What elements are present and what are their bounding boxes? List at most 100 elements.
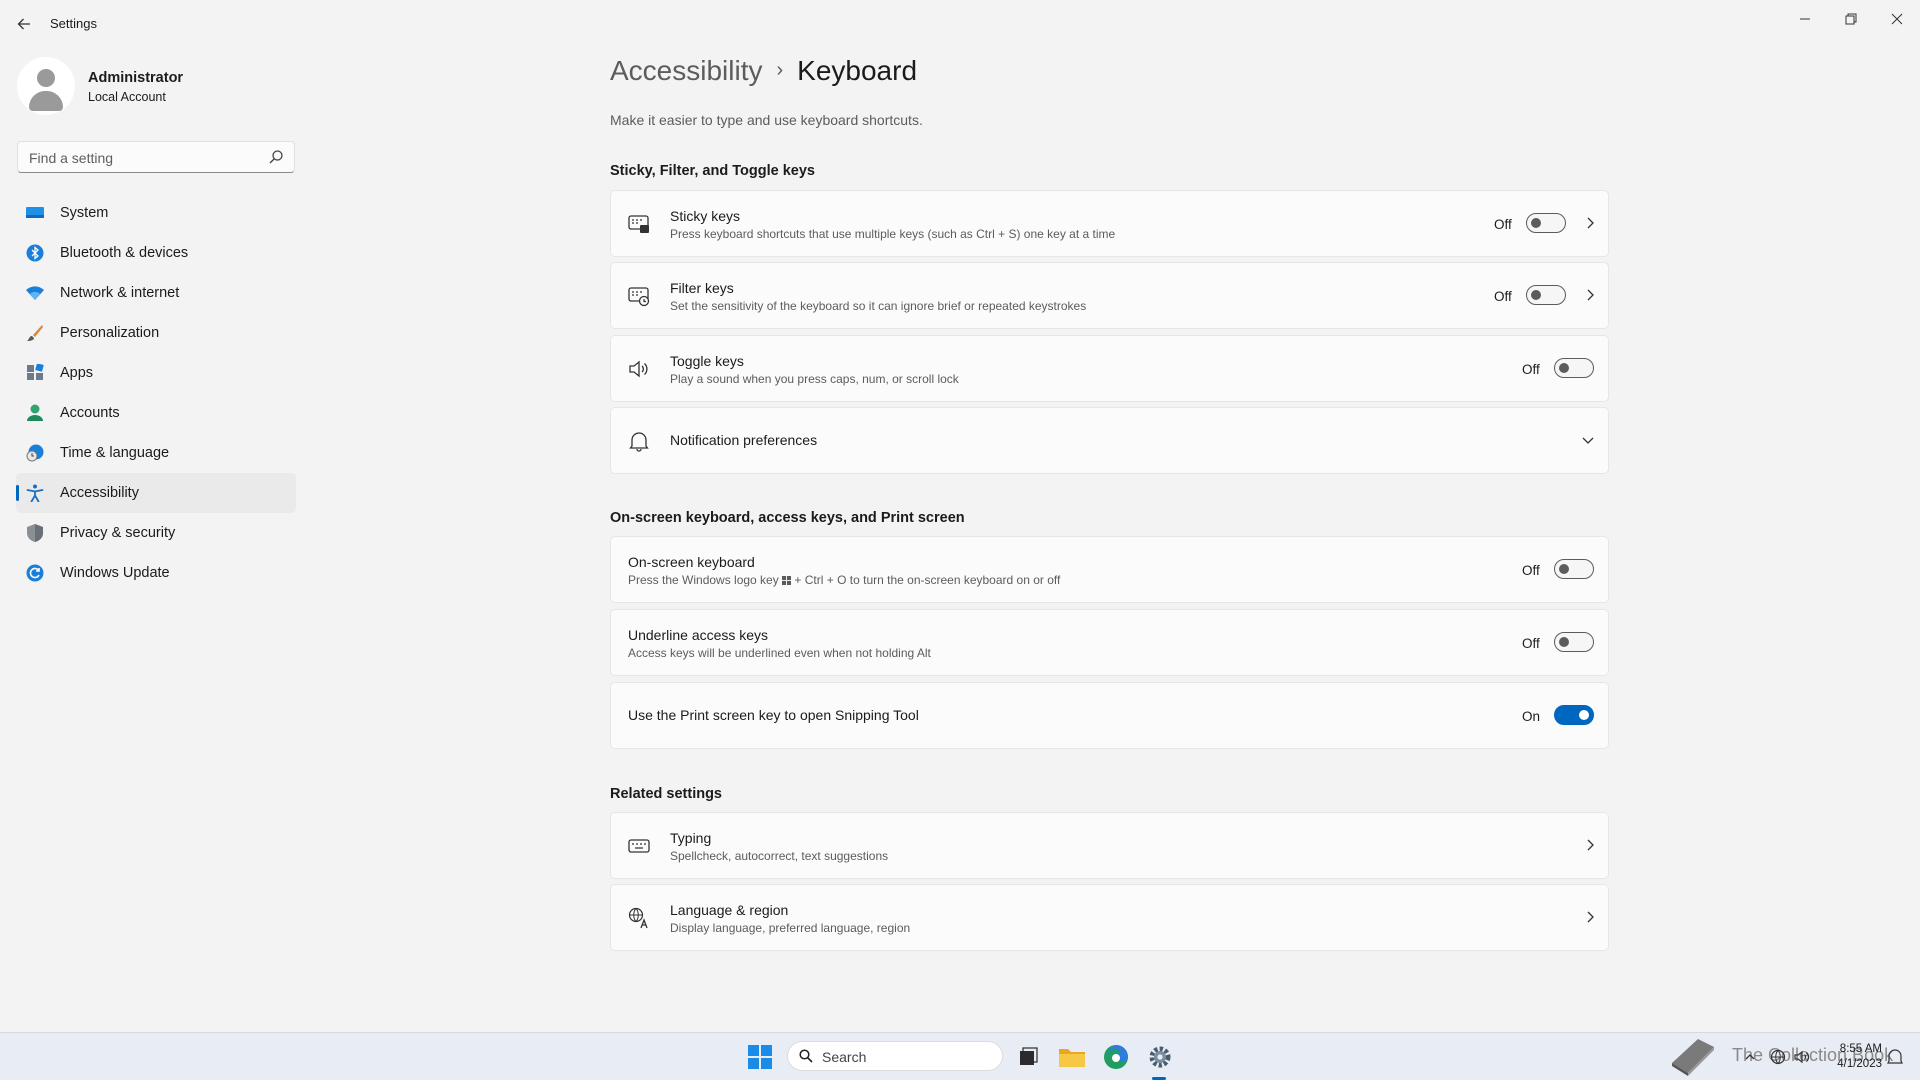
print-screen-title: Use the Print screen key to open Snippin…	[628, 707, 919, 723]
sidebar-nav: System Bluetooth & devices Network & int…	[16, 193, 296, 593]
system-clock[interactable]: 8:55 AM 4/1/2023	[1826, 1042, 1882, 1072]
sidebar-item-label: Time & language	[60, 445, 170, 461]
task-view-button[interactable]	[1010, 1041, 1046, 1073]
sidebar-item-label: Apps	[60, 365, 94, 381]
shield-icon	[27, 524, 43, 542]
sidebar-item-label: Personalization	[60, 325, 160, 341]
sidebar-item-apps[interactable]: Apps	[16, 353, 296, 393]
bluetooth-icon	[26, 244, 44, 262]
sidebar-item-system[interactable]: System	[16, 193, 296, 233]
clock-time: 8:55 AM	[1839, 1043, 1882, 1055]
search-icon[interactable]	[268, 149, 284, 165]
update-icon	[26, 564, 44, 582]
notification-center-icon[interactable]	[1886, 1048, 1904, 1066]
user-account-type: Local Account	[88, 90, 166, 104]
title-bar: Settings	[0, 0, 1920, 48]
typing-subtitle: Spellcheck, autocorrect, text suggestion…	[670, 849, 889, 863]
language-region-card[interactable]: Language & region Display language, pref…	[610, 884, 1609, 951]
keyboard-icon	[628, 839, 650, 853]
close-icon	[1891, 13, 1903, 25]
on-screen-keyboard-title: On-screen keyboard	[628, 554, 755, 570]
sticky-keys-icon	[628, 215, 649, 233]
sidebar-item-network[interactable]: Network & internet	[16, 273, 296, 313]
language-region-subtitle: Display language, preferred language, re…	[670, 921, 911, 935]
search-input[interactable]	[27, 148, 261, 168]
sticky-keys-title: Sticky keys	[670, 208, 741, 224]
filter-keys-toggle[interactable]	[1526, 285, 1566, 305]
language-region-title: Language & region	[670, 902, 789, 918]
sidebar-item-accessibility[interactable]: Accessibility	[16, 473, 296, 513]
taskbar-search-label: Search	[822, 1049, 867, 1065]
filter-keys-state: Off	[1494, 289, 1512, 304]
start-button[interactable]	[742, 1041, 778, 1073]
sidebar-item-accounts[interactable]: Accounts	[16, 393, 296, 433]
sidebar-item-time-language[interactable]: Time & language	[16, 433, 296, 473]
sidebar-item-label: Network & internet	[60, 285, 180, 301]
sidebar-item-label: Windows Update	[60, 565, 170, 581]
filter-keys-icon	[628, 287, 650, 307]
wifi-icon	[26, 286, 44, 300]
volume-icon[interactable]	[1794, 1049, 1810, 1065]
speaker-icon	[629, 360, 648, 378]
minimize-button[interactable]	[1782, 6, 1828, 36]
sidebar-item-label: Accounts	[60, 405, 120, 421]
sidebar-item-bluetooth[interactable]: Bluetooth & devices	[16, 233, 296, 273]
chevron-right-icon	[1587, 217, 1594, 229]
page-title: Keyboard	[797, 55, 918, 86]
on-screen-keyboard-toggle[interactable]	[1554, 559, 1594, 579]
windows-start-icon	[748, 1045, 772, 1069]
on-screen-keyboard-subtitle: Press the Windows logo key + Ctrl + O to…	[628, 573, 1060, 587]
edge-browser-icon	[1104, 1045, 1128, 1069]
sidebar-item-windows-update[interactable]: Windows Update	[16, 553, 296, 593]
toggle-keys-toggle[interactable]	[1554, 358, 1594, 378]
print-screen-toggle[interactable]	[1554, 705, 1594, 725]
brush-icon	[27, 325, 43, 341]
back-button[interactable]	[14, 12, 34, 36]
clock-date: 4/1/2023	[1837, 1058, 1882, 1070]
chevron-up-icon[interactable]	[1743, 1050, 1757, 1064]
subtitle-text: Press the Windows logo key	[628, 573, 779, 587]
underline-access-keys-title: Underline access keys	[628, 627, 769, 643]
sidebar-item-label: Bluetooth & devices	[60, 245, 189, 261]
toggle-keys-state: Off	[1522, 362, 1540, 377]
minimize-icon	[1800, 18, 1810, 20]
chevron-right-icon	[1587, 289, 1594, 301]
filter-keys-subtitle: Set the sensitivity of the keyboard so i…	[670, 299, 1087, 313]
breadcrumb: Accessibility › Keyboard	[610, 55, 917, 87]
notification-preferences-card[interactable]: Notification preferences	[610, 407, 1609, 474]
accessibility-icon	[26, 484, 44, 502]
avatar	[17, 57, 75, 115]
filter-keys-card[interactable]: Filter keys Set the sensitivity of the k…	[610, 262, 1609, 329]
apps-icon	[27, 364, 44, 380]
network-globe-icon[interactable]	[1770, 1049, 1786, 1065]
underline-access-keys-subtitle: Access keys will be underlined even when…	[628, 646, 931, 660]
breadcrumb-separator: ›	[776, 59, 784, 81]
time-language-icon	[26, 444, 44, 462]
underline-access-keys-toggle[interactable]	[1554, 632, 1594, 652]
typing-card[interactable]: Typing Spellcheck, autocorrect, text sug…	[610, 812, 1609, 879]
taskbar-search[interactable]: Search	[787, 1041, 1003, 1071]
sticky-keys-card[interactable]: Sticky keys Press keyboard shortcuts tha…	[610, 190, 1609, 257]
sidebar-item-label: Privacy & security	[60, 525, 176, 541]
page-description: Make it easier to type and use keyboard …	[610, 112, 923, 128]
settings-taskbar-button[interactable]	[1142, 1041, 1178, 1073]
search-icon	[799, 1049, 813, 1063]
toggle-keys-title: Toggle keys	[670, 353, 744, 369]
sticky-keys-toggle[interactable]	[1526, 213, 1566, 233]
sidebar-item-personalization[interactable]: Personalization	[16, 313, 296, 353]
section-title: On-screen keyboard, access keys, and Pri…	[610, 510, 965, 526]
typing-title: Typing	[670, 830, 712, 846]
edge-button[interactable]	[1098, 1041, 1134, 1073]
restore-button[interactable]	[1828, 6, 1874, 36]
filter-keys-title: Filter keys	[670, 280, 734, 296]
file-explorer-button[interactable]	[1054, 1041, 1090, 1073]
chevron-right-icon	[1587, 911, 1594, 923]
windows-logo-icon	[782, 576, 792, 585]
close-button[interactable]	[1874, 6, 1920, 36]
find-setting-search	[17, 141, 295, 173]
on-screen-keyboard-card: On-screen keyboard Press the Windows log…	[610, 536, 1609, 603]
sidebar-item-privacy[interactable]: Privacy & security	[16, 513, 296, 553]
section-title: Related settings	[610, 786, 722, 802]
breadcrumb-parent[interactable]: Accessibility	[610, 55, 762, 86]
active-indicator	[16, 485, 19, 501]
